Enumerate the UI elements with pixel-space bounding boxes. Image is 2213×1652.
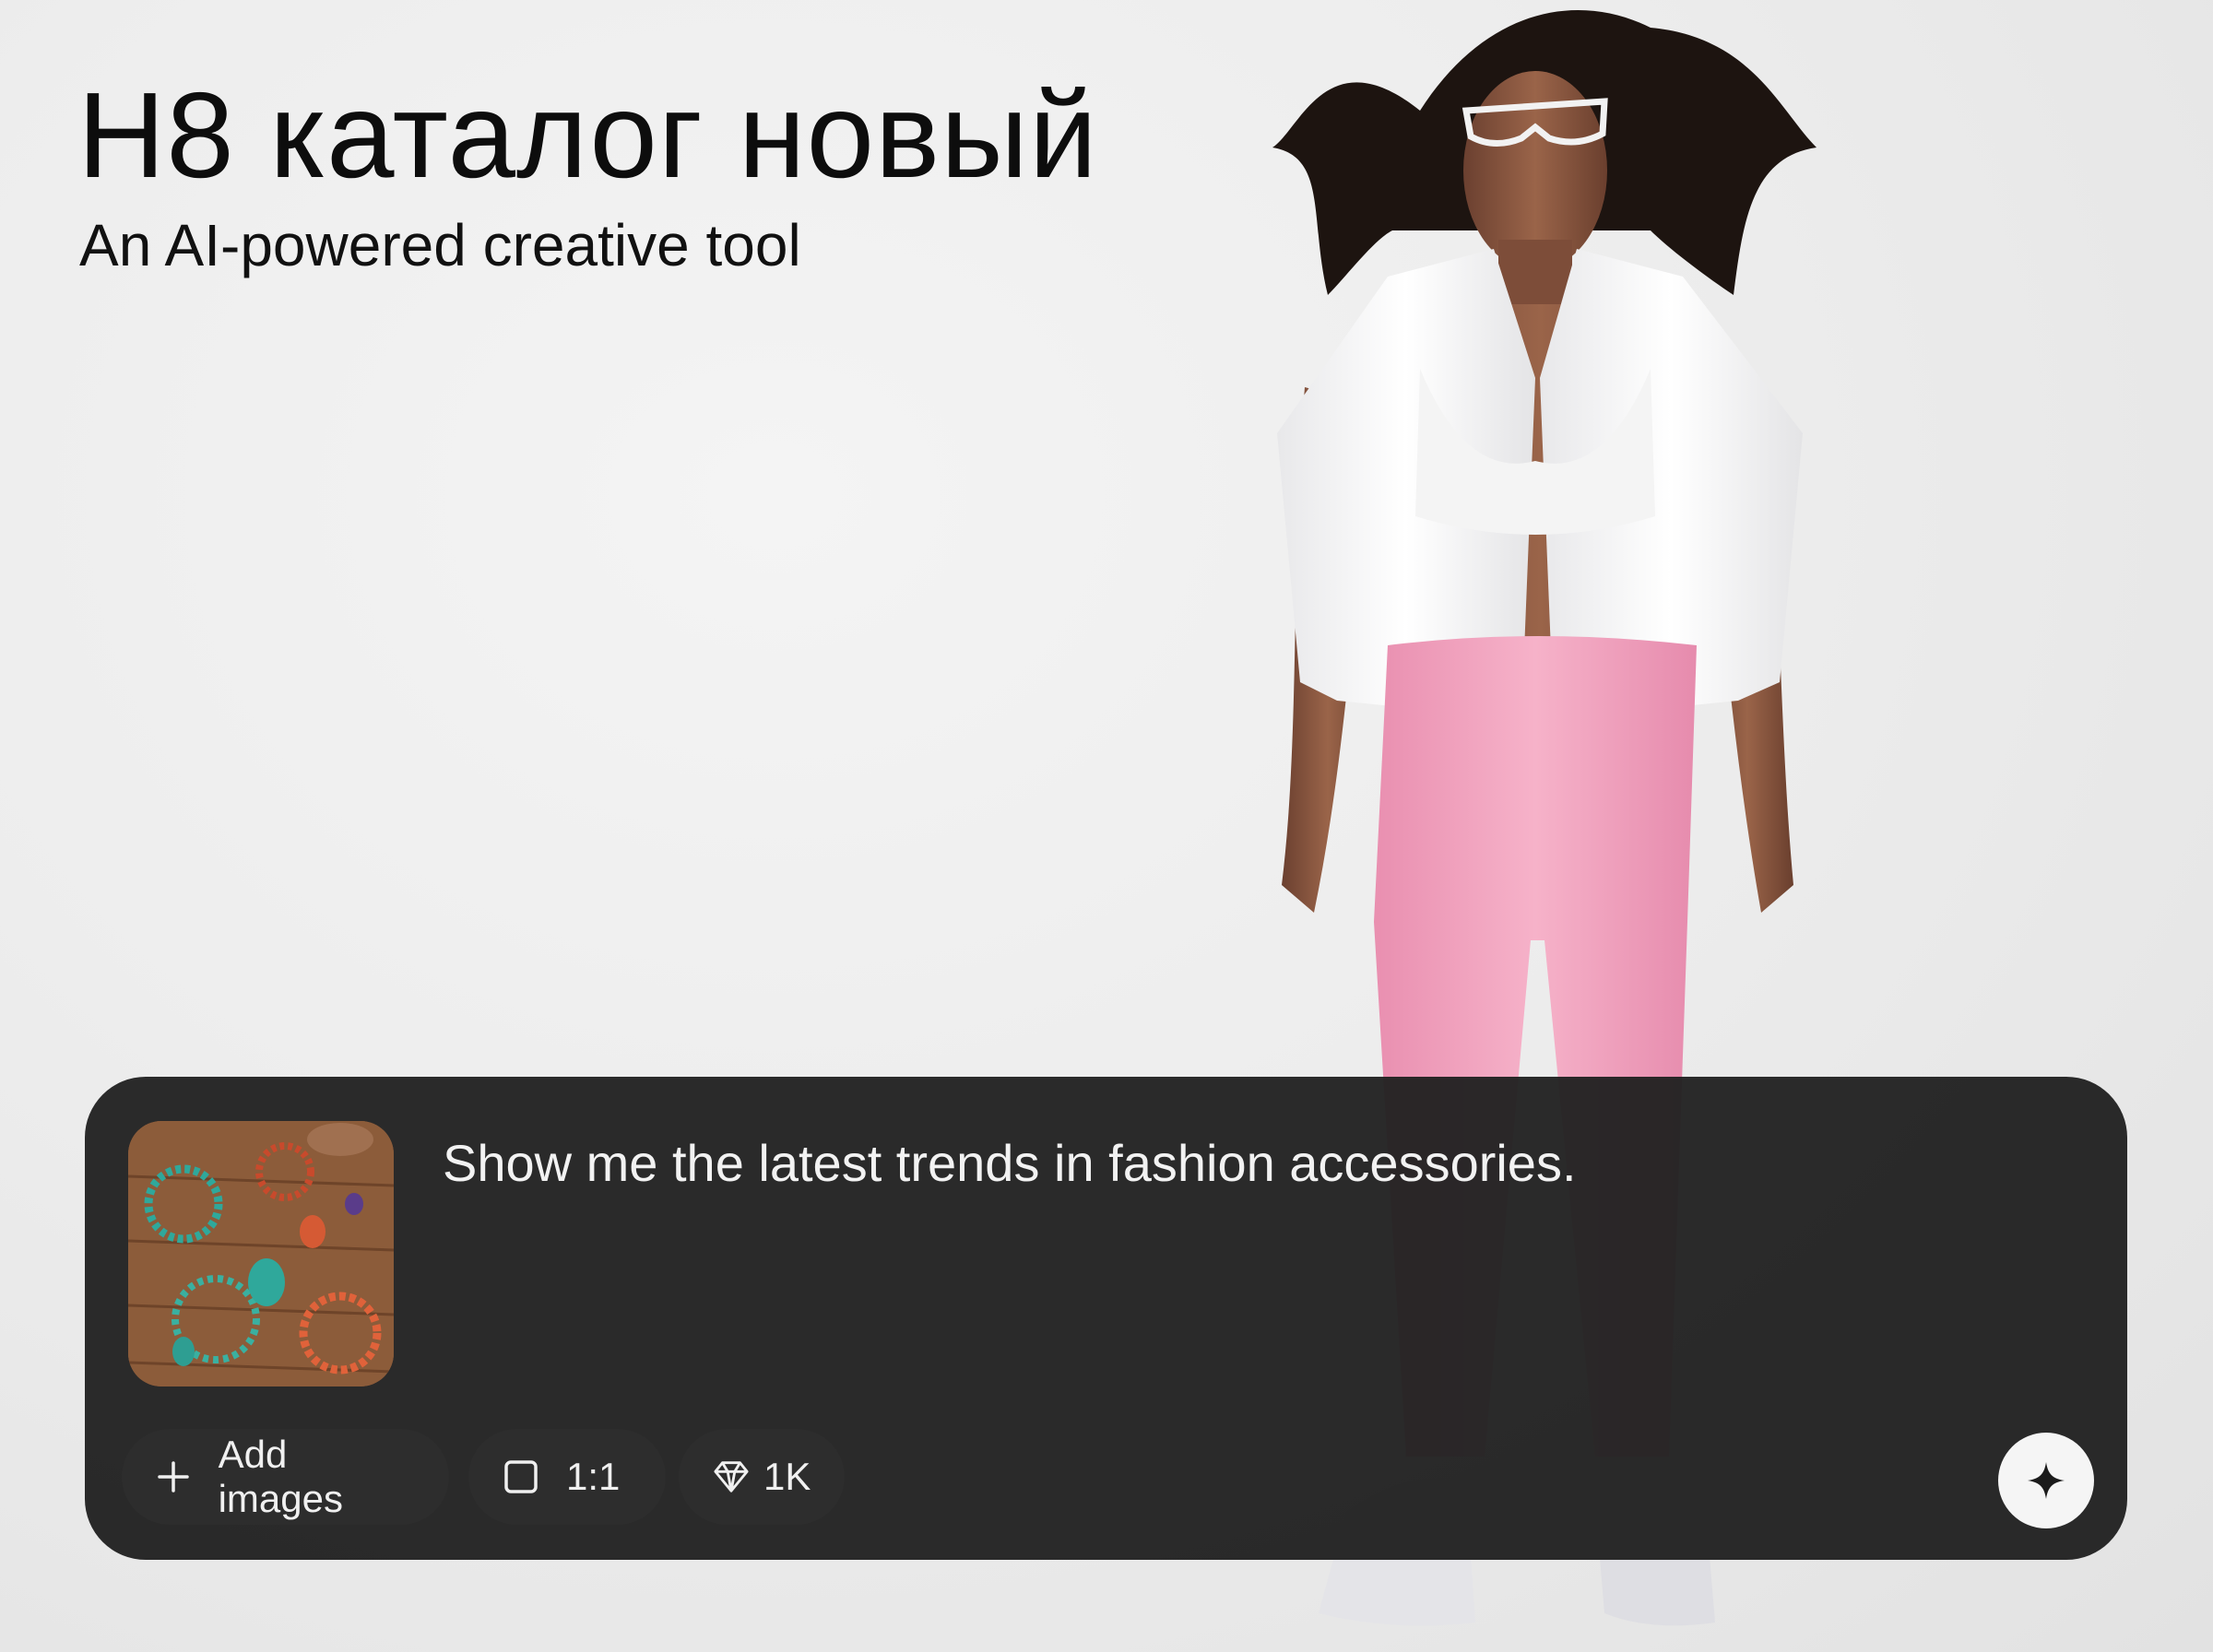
quality-label: 1K	[763, 1455, 811, 1498]
generate-button[interactable]	[1998, 1433, 2094, 1528]
plus-icon	[155, 1457, 193, 1496]
jewelry-image	[128, 1121, 394, 1386]
aspect-ratio-button[interactable]: 1:1	[468, 1429, 666, 1525]
quality-button[interactable]: 1K	[679, 1429, 845, 1525]
prompt-composer: Show me the latest trends in fashion acc…	[85, 1077, 2127, 1560]
page-title: H8 каталог новый	[77, 67, 1098, 203]
page-subtitle: An AI-powered creative tool	[79, 212, 801, 278]
add-images-label: Add images	[218, 1433, 343, 1520]
prompt-input[interactable]: Show me the latest trends in fashion acc…	[443, 1130, 2010, 1197]
aspect-ratio-label: 1:1	[566, 1455, 621, 1498]
sparkle-icon	[2025, 1459, 2067, 1502]
diamond-icon	[712, 1457, 751, 1496]
add-images-button[interactable]: Add images	[122, 1429, 449, 1525]
reference-image-thumbnail[interactable]	[128, 1121, 394, 1386]
canvas-stage: H8 каталог новый An AI-powered creative …	[0, 0, 2213, 1652]
square-icon	[502, 1457, 540, 1496]
